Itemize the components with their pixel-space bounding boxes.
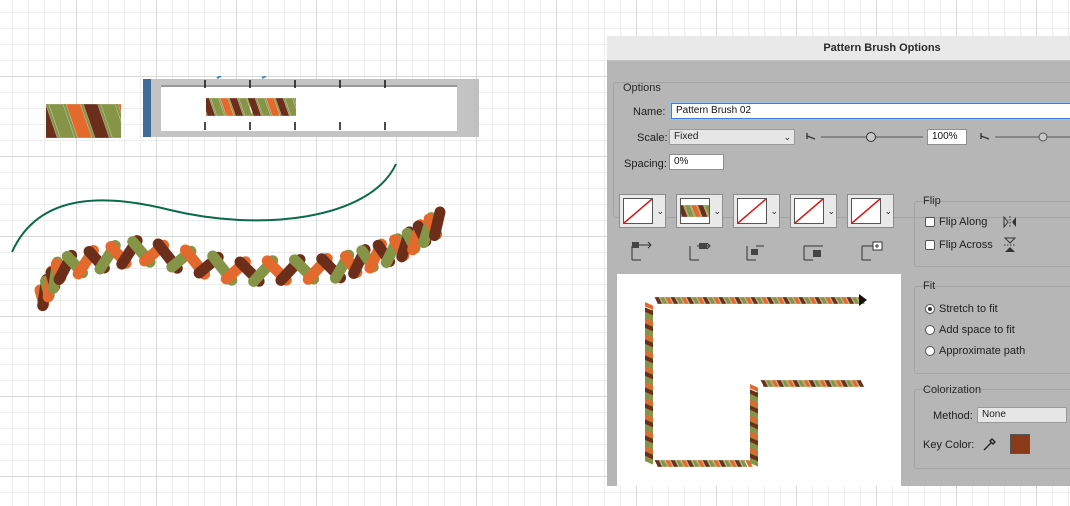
ruler-left-handle[interactable] bbox=[143, 79, 151, 137]
preview-arrow-icon bbox=[859, 294, 867, 306]
spacing-label: Spacing: bbox=[624, 158, 667, 170]
chevron-down-icon: ⌄ bbox=[827, 206, 835, 216]
pattern-brush-options-dialog: Pattern Brush Options Options Name: Patt… bbox=[607, 36, 1070, 486]
scale-percent-field[interactable]: 100% bbox=[927, 129, 967, 145]
dialog-title: Pattern Brush Options bbox=[823, 42, 941, 54]
inner-corner-tile-icon bbox=[746, 245, 764, 261]
side-tile-icon bbox=[631, 241, 652, 261]
outer-corner-tile-icon bbox=[689, 242, 711, 261]
inner-corner-tile-selector[interactable]: ⌄ bbox=[733, 194, 780, 228]
chevron-down-icon: ⌄ bbox=[783, 132, 791, 142]
flip-group bbox=[914, 201, 1070, 267]
stretch-to-fit-radio[interactable] bbox=[925, 304, 935, 314]
key-color-swatch[interactable] bbox=[1010, 434, 1030, 454]
scale-select-value: Fixed bbox=[674, 131, 699, 142]
outer-corner-tile-swatch bbox=[680, 198, 710, 224]
fit-legend: Fit bbox=[923, 280, 936, 292]
flip-across-checkbox[interactable] bbox=[925, 240, 935, 250]
name-field[interactable]: Pattern Brush 02 bbox=[671, 103, 1070, 119]
approximate-path-label[interactable]: Approximate path bbox=[939, 345, 1025, 357]
guide-path[interactable] bbox=[11, 163, 397, 253]
braid-swatch[interactable] bbox=[31, 104, 144, 138]
end-tile-icon bbox=[861, 241, 883, 261]
method-select-value: None bbox=[982, 409, 1006, 420]
approximate-path-radio[interactable] bbox=[925, 346, 935, 356]
scale-label: Scale: bbox=[637, 132, 668, 144]
start-tile-icon bbox=[803, 245, 823, 261]
flip-across-icon bbox=[1003, 237, 1017, 252]
flip-legend: Flip bbox=[923, 195, 941, 207]
method-label: Method: bbox=[933, 410, 973, 422]
scale-variation-slider[interactable] bbox=[979, 129, 1070, 145]
braided-stroke[interactable] bbox=[34, 206, 446, 312]
small-brush-icon bbox=[806, 133, 816, 140]
colorization-group bbox=[914, 389, 1070, 469]
flip-along-checkbox[interactable] bbox=[925, 217, 935, 227]
ruler-marker-icon bbox=[216, 76, 267, 79]
add-space-to-fit-label[interactable]: Add space to fit bbox=[939, 324, 1015, 336]
start-tile-selector[interactable]: ⌄ bbox=[790, 194, 837, 228]
scale-select[interactable]: Fixed ⌄ bbox=[669, 129, 795, 145]
chevron-down-icon: ⌄ bbox=[713, 206, 721, 216]
ruler-braid-tile[interactable] bbox=[206, 96, 296, 118]
method-select[interactable]: None bbox=[977, 407, 1067, 423]
add-space-to-fit-radio[interactable] bbox=[925, 325, 935, 335]
stretch-to-fit-label[interactable]: Stretch to fit bbox=[939, 303, 998, 315]
dialog-titlebar[interactable]: Pattern Brush Options bbox=[607, 36, 1070, 61]
brush-preview bbox=[617, 274, 901, 486]
inner-corner-tile-swatch bbox=[737, 198, 767, 224]
side-tile-swatch bbox=[623, 198, 653, 224]
preview-stroke bbox=[645, 294, 867, 468]
large-brush-icon bbox=[980, 133, 990, 140]
flip-across-label[interactable]: Flip Across bbox=[939, 239, 993, 251]
spacing-field[interactable]: 0% bbox=[669, 154, 724, 170]
options-legend: Options bbox=[623, 82, 661, 94]
chevron-down-icon: ⌄ bbox=[884, 206, 892, 216]
outer-corner-tile-selector[interactable]: ⌄ bbox=[676, 194, 723, 228]
end-tile-swatch bbox=[851, 198, 881, 224]
slider-thumb bbox=[866, 132, 876, 142]
eyedropper-icon[interactable] bbox=[982, 436, 998, 452]
ruler-right-handle[interactable] bbox=[473, 79, 479, 137]
end-tile-selector[interactable]: ⌄ bbox=[847, 194, 894, 228]
name-label: Name: bbox=[633, 106, 666, 118]
chevron-down-icon: ⌄ bbox=[656, 206, 664, 216]
key-color-label: Key Color: bbox=[923, 439, 975, 451]
start-tile-swatch bbox=[794, 198, 824, 224]
flip-along-icon bbox=[1003, 215, 1016, 229]
chevron-down-icon: ⌄ bbox=[770, 206, 778, 216]
side-tile-selector[interactable]: ⌄ bbox=[619, 194, 666, 228]
flip-along-label[interactable]: Flip Along bbox=[939, 216, 987, 228]
colorization-legend: Colorization bbox=[923, 384, 982, 396]
